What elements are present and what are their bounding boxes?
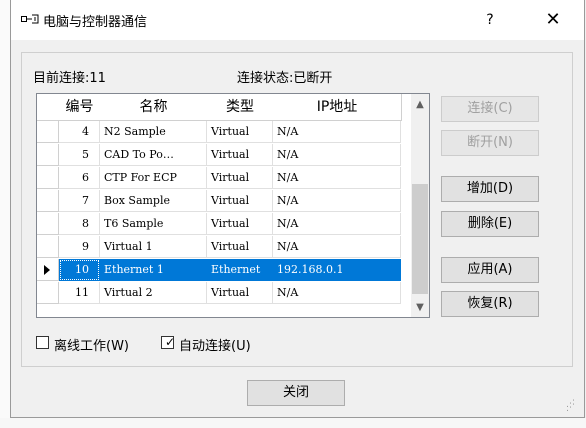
table-row[interactable]: 5 CAD To Po… Virtual N/A: [37, 144, 411, 167]
connection-table[interactable]: 编号 名称 类型 IP地址 4 N2 Sample Virtual N/A 5 CAD T…: [36, 93, 430, 318]
offline-work-label: 离线工作(W): [54, 339, 129, 354]
connection-status-label: 连接状态:已断开: [237, 71, 333, 86]
cell-type[interactable]: Virtual: [207, 213, 273, 235]
cell-num[interactable]: 6: [59, 167, 100, 189]
table-header: 编号 名称 类型 IP地址: [37, 94, 411, 121]
row-header-corner: [37, 94, 60, 121]
cell-ip[interactable]: N/A: [273, 167, 401, 189]
row-selector[interactable]: [37, 282, 59, 304]
cell-num[interactable]: 4: [59, 121, 100, 143]
cell-name[interactable]: T6 Sample: [100, 213, 207, 235]
cell-type[interactable]: Virtual: [207, 121, 273, 143]
cell-name[interactable]: Box Sample: [100, 190, 207, 212]
row-selector[interactable]: [37, 121, 59, 143]
table-row[interactable]: 6 CTP For ECP Virtual N/A: [37, 167, 411, 190]
communication-dialog: 电脑与控制器通信 ? ✕ 目前连接:11 连接状态:已断开 编号 名称 类型 I…: [10, 0, 585, 418]
connect-button[interactable]: 连接(C): [441, 96, 539, 122]
table-row[interactable]: 11 Virtual 2 Virtual N/A: [37, 282, 411, 305]
delete-button[interactable]: 删除(E): [441, 211, 539, 237]
check-icon: ✓: [165, 335, 176, 349]
restore-button[interactable]: 恢复(R): [441, 291, 539, 317]
cell-ip[interactable]: N/A: [273, 121, 401, 143]
cell-type[interactable]: Virtual: [207, 190, 273, 212]
current-connection-label: 目前连接:11: [33, 71, 106, 86]
cell-name[interactable]: N2 Sample: [100, 121, 207, 143]
cell-ip[interactable]: N/A: [273, 213, 401, 235]
apply-button[interactable]: 应用(A): [441, 257, 539, 283]
row-selector[interactable]: [37, 213, 59, 235]
cell-type[interactable]: Virtual: [207, 144, 273, 166]
cell-ip[interactable]: N/A: [273, 144, 401, 166]
scroll-thumb[interactable]: [412, 184, 428, 294]
column-header-type[interactable]: 类型: [207, 94, 274, 121]
cell-num[interactable]: 7: [59, 190, 100, 212]
cell-type[interactable]: Virtual: [207, 167, 273, 189]
row-selector[interactable]: [37, 236, 59, 258]
add-button[interactable]: 增加(D): [441, 176, 539, 202]
cell-num[interactable]: 8: [59, 213, 100, 235]
cell-type[interactable]: Virtual: [207, 236, 273, 258]
cell-name[interactable]: Virtual 1: [100, 236, 207, 258]
scroll-down-icon[interactable]: ▼: [411, 299, 429, 317]
close-button[interactable]: 关闭: [247, 380, 345, 406]
cell-num[interactable]: 11: [59, 282, 100, 304]
cell-type[interactable]: Ethernet: [207, 259, 273, 281]
current-row-pointer-icon: [44, 265, 50, 275]
column-header-ip[interactable]: IP地址: [273, 94, 402, 121]
scroll-up-icon[interactable]: ▲: [411, 96, 429, 114]
cell-name[interactable]: Virtual 2: [100, 282, 207, 304]
title-bar[interactable]: 电脑与控制器通信 ? ✕: [11, 0, 584, 40]
cell-name[interactable]: CTP For ECP: [100, 167, 207, 189]
table-row[interactable]: 4 N2 Sample Virtual N/A: [37, 121, 411, 144]
row-selector[interactable]: [37, 144, 59, 166]
close-icon[interactable]: ✕: [533, 6, 573, 34]
row-selector[interactable]: [37, 190, 59, 212]
cell-num[interactable]: 5: [59, 144, 100, 166]
column-header-name[interactable]: 名称: [100, 94, 208, 121]
auto-connect-checkbox-box[interactable]: ✓: [161, 335, 176, 349]
cell-ip[interactable]: N/A: [273, 190, 401, 212]
cell-ip[interactable]: N/A: [273, 236, 401, 258]
cell-num[interactable]: 10: [59, 259, 100, 281]
background-window: [0, 0, 10, 428]
cell-ip[interactable]: N/A: [273, 282, 401, 304]
dialog-title: 电脑与控制器通信: [43, 15, 148, 30]
table-row[interactable]: 10 Ethernet 1 Ethernet 192.168.0.1: [37, 259, 411, 282]
cell-name[interactable]: CAD To Po…: [100, 144, 207, 166]
table-row[interactable]: 8 T6 Sample Virtual N/A: [37, 213, 411, 236]
cell-num[interactable]: 9: [59, 236, 100, 258]
cell-type[interactable]: Virtual: [207, 282, 273, 304]
connection-icon: [21, 14, 39, 24]
table-row[interactable]: 9 Virtual 1 Virtual N/A: [37, 236, 411, 259]
background-window-bottom: [0, 418, 586, 428]
offline-checkbox-box[interactable]: [36, 336, 49, 349]
resize-grip-icon[interactable]: ⋰ ⋰: [566, 400, 578, 414]
auto-connect-label: 自动连接(U): [179, 339, 251, 354]
cell-ip[interactable]: 192.168.0.1: [273, 259, 401, 281]
cell-name[interactable]: Ethernet 1: [100, 259, 207, 281]
row-selector[interactable]: [37, 167, 59, 189]
table-row[interactable]: 7 Box Sample Virtual N/A: [37, 190, 411, 213]
row-selector[interactable]: [37, 259, 59, 281]
help-button[interactable]: ?: [473, 6, 507, 34]
disconnect-button[interactable]: 断开(N): [441, 130, 539, 156]
column-header-num[interactable]: 编号: [59, 94, 101, 121]
vertical-scrollbar[interactable]: ▲ ▼: [411, 94, 429, 317]
